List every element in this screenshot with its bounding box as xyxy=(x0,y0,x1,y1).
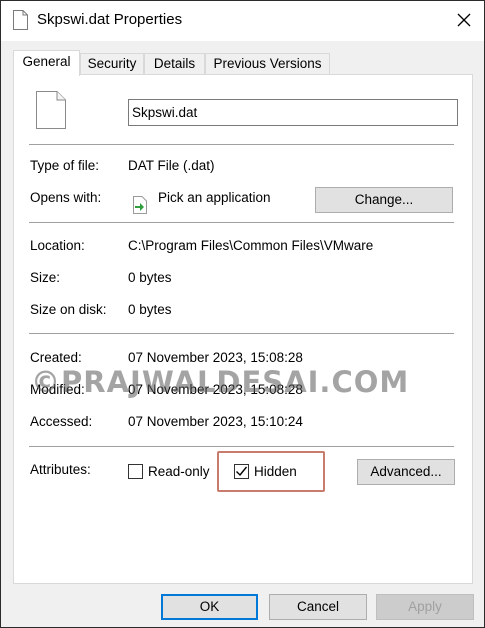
document-icon xyxy=(13,10,28,30)
file-name-input[interactable] xyxy=(128,99,458,126)
tab-strip: General Security Details Previous Versio… xyxy=(13,50,473,76)
attributes-label: Attributes: xyxy=(30,462,91,477)
hidden-box[interactable] xyxy=(234,463,249,479)
window-title: Skpswi.dat Properties xyxy=(37,11,183,28)
ok-button[interactable]: OK xyxy=(161,594,258,620)
type-label: Type of file: xyxy=(30,158,100,173)
location-value: C:\Program Files\Common Files\VMware xyxy=(128,238,374,253)
advanced-button[interactable]: Advanced... xyxy=(357,459,455,485)
separator xyxy=(29,144,454,145)
created-value: 07 November 2023, 15:08:28 xyxy=(128,350,303,365)
file-icon xyxy=(36,91,66,129)
opens-with-label: Opens with: xyxy=(30,190,102,205)
cancel-button[interactable]: Cancel xyxy=(269,594,367,620)
separator xyxy=(29,446,454,447)
size-on-disk-label: Size on disk: xyxy=(30,302,107,317)
tab-security[interactable]: Security xyxy=(80,53,144,75)
type-value: DAT File (.dat) xyxy=(128,158,215,173)
accessed-value: 07 November 2023, 15:10:24 xyxy=(128,414,303,429)
general-panel: Type of file: DAT File (.dat) Opens with… xyxy=(13,74,473,584)
apply-button[interactable]: Apply xyxy=(376,594,474,620)
modified-value: 07 November 2023, 15:08:28 xyxy=(128,382,303,397)
separator xyxy=(29,333,454,334)
size-on-disk-value: 0 bytes xyxy=(128,302,172,317)
tab-general[interactable]: General xyxy=(13,50,80,76)
opens-with-value: Pick an application xyxy=(158,190,271,205)
close-button[interactable] xyxy=(447,5,481,37)
separator xyxy=(29,222,454,223)
read-only-checkbox[interactable]: Read-only xyxy=(128,462,210,480)
tab-details[interactable]: Details xyxy=(144,53,205,75)
size-label: Size: xyxy=(30,270,61,285)
app-picker-icon xyxy=(131,196,149,214)
tab-previous-versions[interactable]: Previous Versions xyxy=(205,53,330,75)
hidden-label: Hidden xyxy=(254,463,297,479)
close-icon xyxy=(457,13,471,30)
title-bar: Skpswi.dat Properties xyxy=(1,1,484,41)
modified-label: Modified: xyxy=(30,382,85,397)
read-only-label: Read-only xyxy=(148,463,210,479)
created-label: Created: xyxy=(30,350,82,365)
properties-dialog: Skpswi.dat Properties General Security D… xyxy=(0,0,485,628)
checkmark-icon xyxy=(236,466,248,476)
location-label: Location: xyxy=(30,238,85,253)
read-only-box[interactable] xyxy=(128,463,143,479)
accessed-label: Accessed: xyxy=(30,414,93,429)
hidden-checkbox[interactable]: Hidden xyxy=(234,462,297,480)
size-value: 0 bytes xyxy=(128,270,172,285)
change-button[interactable]: Change... xyxy=(315,187,453,213)
